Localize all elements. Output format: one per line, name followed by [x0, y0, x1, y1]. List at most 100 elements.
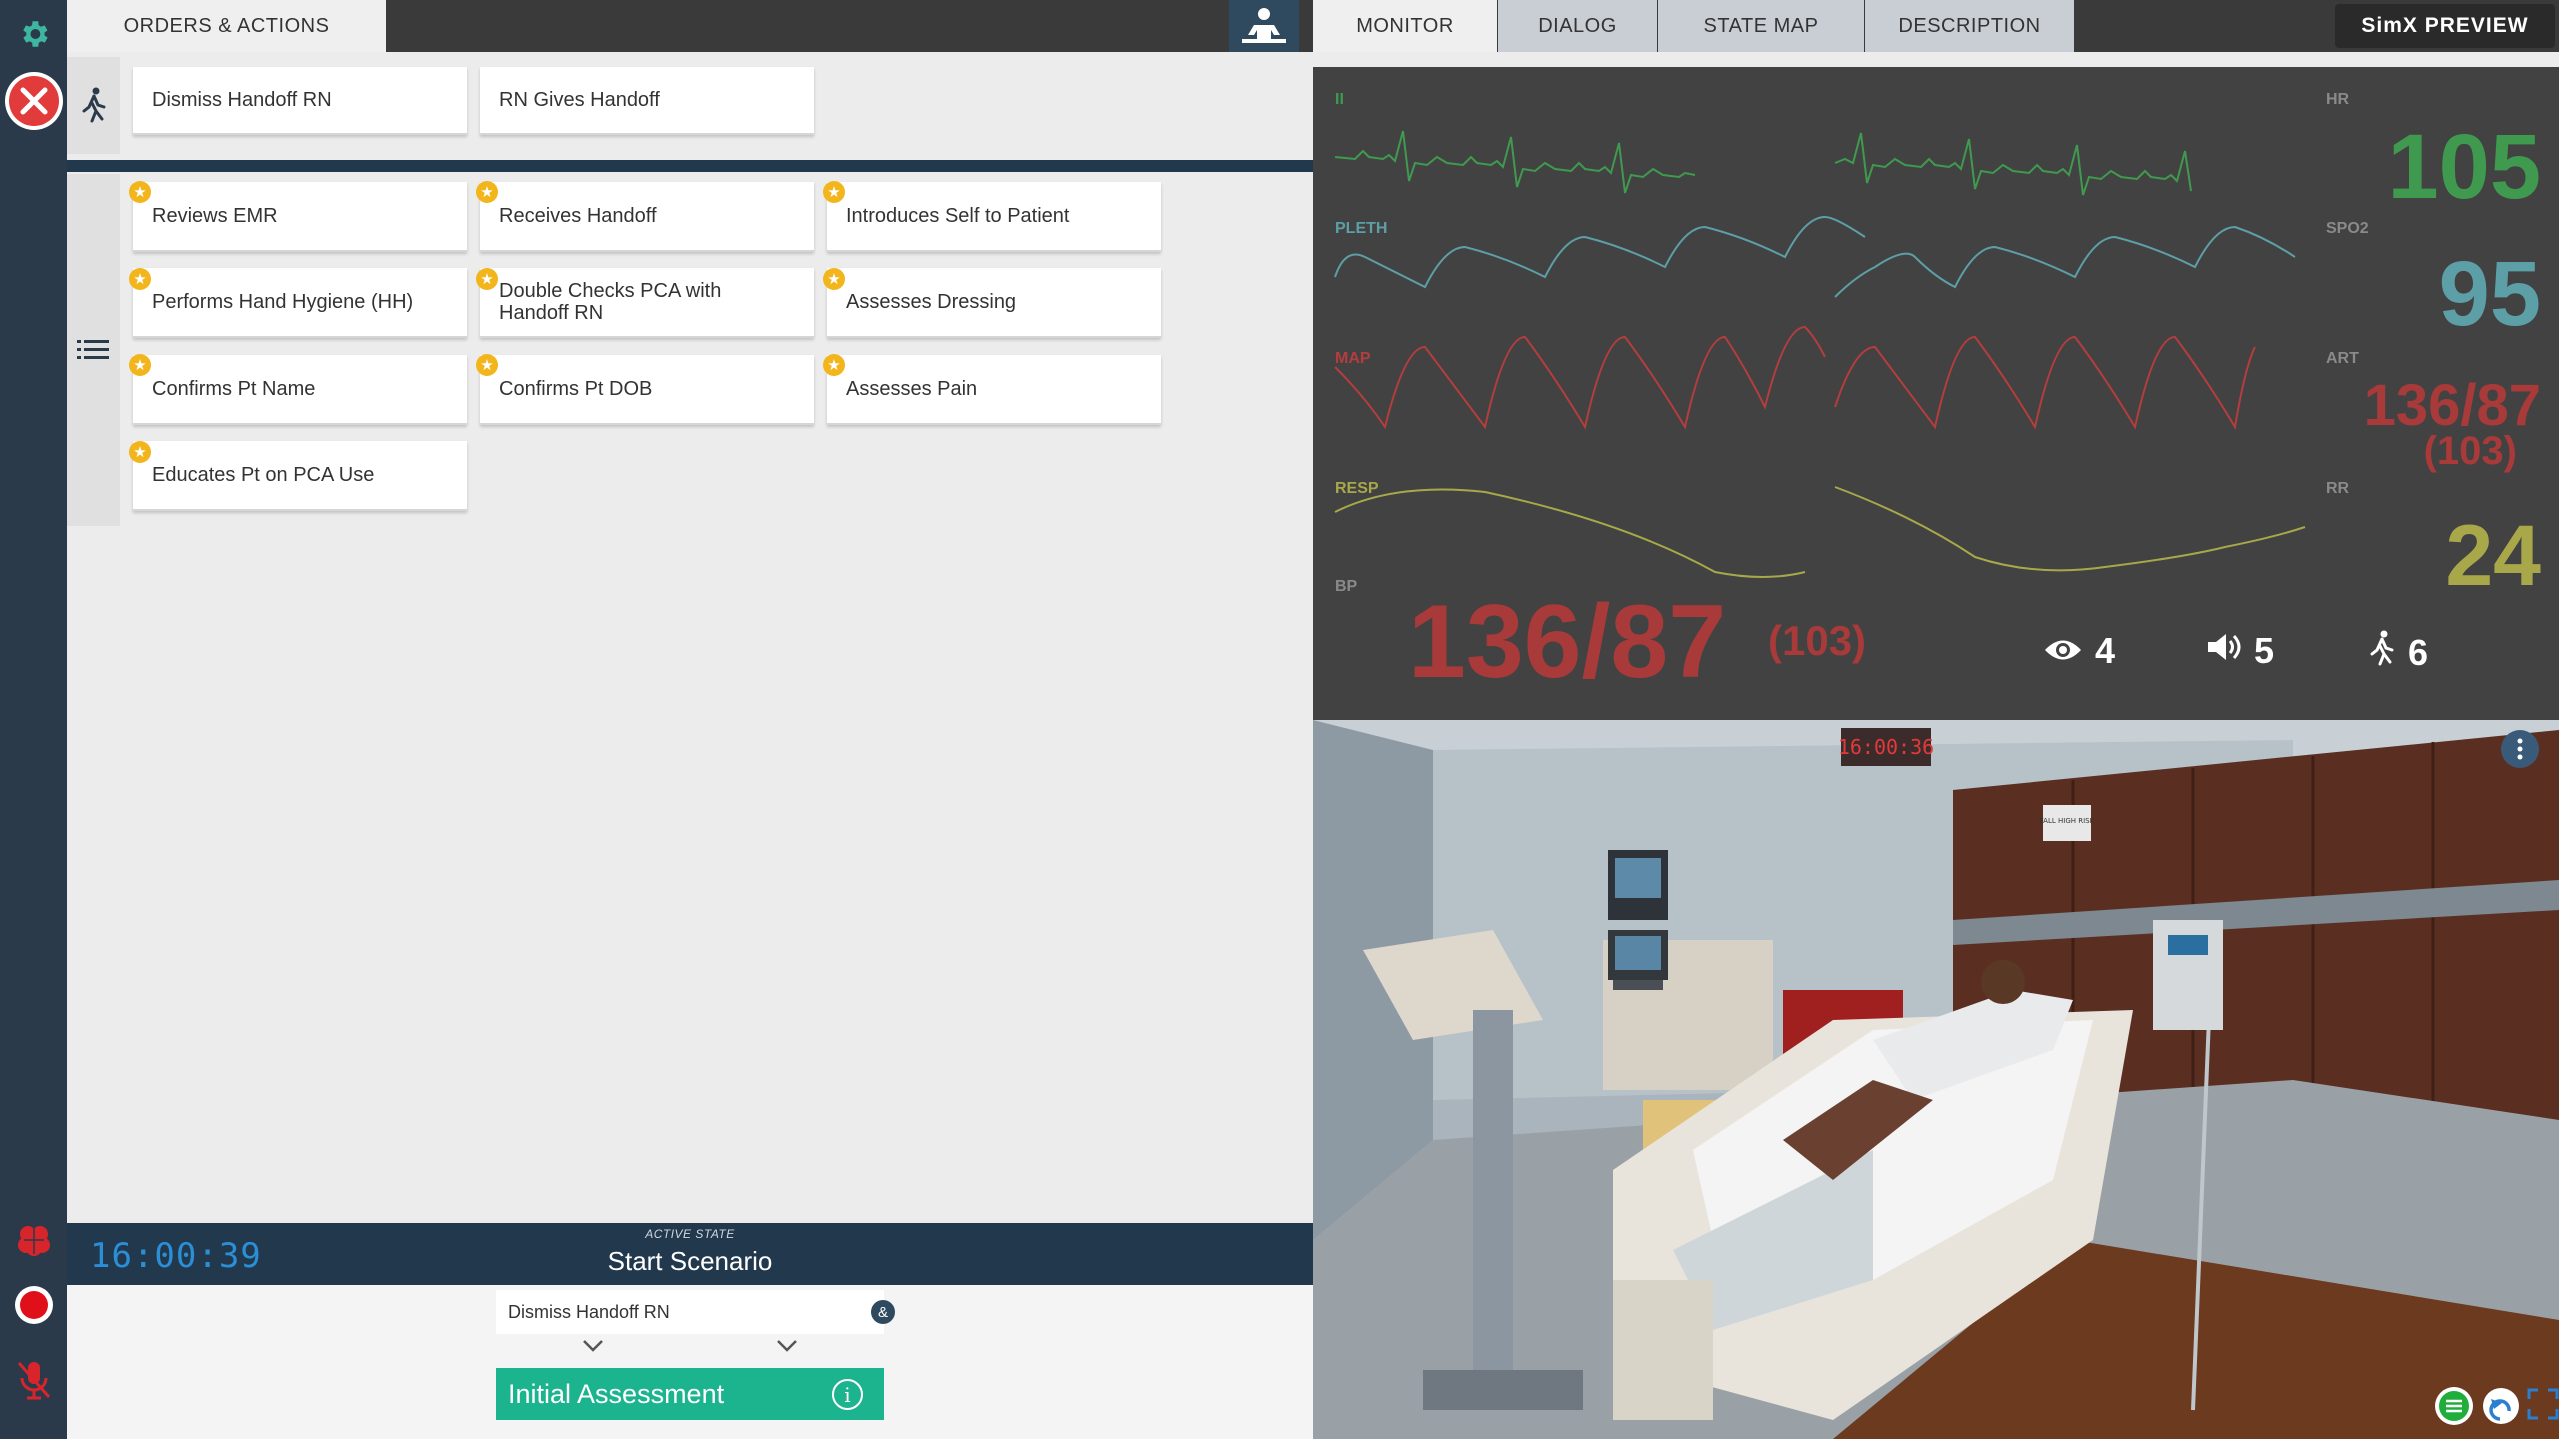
list-icon[interactable]: [77, 338, 109, 367]
tab-state-map[interactable]: STATE MAP: [1658, 0, 1864, 52]
handoff-strip: [67, 57, 120, 154]
action-card[interactable]: Double Checks PCA with Handoff RN: [480, 268, 814, 338]
action-label: Reviews EMR: [152, 204, 278, 227]
speaker-icon: [2206, 630, 2242, 672]
action-card[interactable]: Performs Hand Hygiene (HH): [133, 268, 467, 338]
action-card[interactable]: Assesses Pain: [827, 355, 1161, 425]
active-state-name: Start Scenario: [607, 1246, 773, 1276]
pleth-wave: [1334, 215, 1866, 289]
resp-wave: [1334, 488, 1806, 578]
more-icon[interactable]: [2501, 730, 2539, 768]
resp-wave-2: [1834, 486, 2306, 572]
walking-person-icon: [80, 87, 108, 128]
art-value: 136/87: [2363, 373, 2541, 438]
action-label: Assesses Dressing: [846, 290, 1017, 313]
action-card[interactable]: Assesses Dressing: [827, 268, 1161, 338]
scene-illustration: 16:00:36 FALL HIGH RISK: [1313, 720, 2559, 1439]
action-card[interactable]: Educates Pt on PCA Use: [133, 441, 467, 511]
scenario-timer: 16:00:39: [90, 1236, 262, 1276]
bp-value: 136/87: [1408, 584, 1727, 700]
star-icon: ★: [129, 441, 151, 463]
spo2-label: SPO2: [2326, 220, 2369, 237]
patient-icon[interactable]: [1229, 0, 1299, 52]
star-icon: ★: [476, 181, 498, 203]
action-label: Educates Pt on PCA Use: [152, 463, 375, 486]
gear-icon[interactable]: [0, 6, 67, 62]
star-icon: ★: [129, 268, 151, 290]
sound-counter[interactable]: 5: [2206, 630, 2274, 672]
view-count: 4: [2095, 630, 2116, 671]
handoff-action-gives[interactable]: RN Gives Handoff: [480, 67, 814, 135]
action-card[interactable]: Confirms Pt Name: [133, 355, 467, 425]
brain-icon[interactable]: [0, 1210, 67, 1270]
view-counter[interactable]: 4: [2043, 630, 2115, 672]
action-card[interactable]: Reviews EMR: [133, 182, 467, 252]
star-icon: ★: [476, 268, 498, 290]
active-state-label: ACTIVE STATE: [645, 1227, 735, 1241]
monitor-gap: [1313, 52, 2559, 67]
walking-person-icon: [2368, 630, 2396, 675]
action-label: Performs Hand Hygiene (HH): [152, 290, 414, 313]
section-divider: [67, 160, 1313, 172]
left-sidebar: [0, 0, 67, 1439]
star-icon: ★: [823, 354, 845, 376]
info-icon[interactable]: i: [832, 1379, 863, 1410]
mic-off-icon[interactable]: [0, 1350, 67, 1410]
action-counter[interactable]: 6: [2368, 630, 2428, 675]
action-label: Confirms Pt Name: [152, 377, 316, 400]
sound-count: 5: [2254, 630, 2275, 671]
action-card[interactable]: Confirms Pt DOB: [480, 355, 814, 425]
tab-orders-actions[interactable]: ORDERS & ACTIONS: [67, 0, 386, 52]
record-icon[interactable]: [0, 1280, 67, 1330]
star-icon: ★: [823, 181, 845, 203]
speech-icon[interactable]: [2433, 1385, 2475, 1432]
pleth-wave-2: [1834, 225, 2296, 298]
actions-strip: [67, 174, 120, 526]
tab-description[interactable]: DESCRIPTION: [1865, 0, 2074, 52]
simx-preview-button[interactable]: SimX PREVIEW: [2335, 4, 2555, 48]
star-icon: ★: [129, 354, 151, 376]
close-icon[interactable]: [0, 70, 67, 132]
fall-risk-sign: FALL HIGH RISK: [2040, 817, 2095, 825]
wall-clock: 16:00:36: [1838, 735, 1934, 759]
undo-icon[interactable]: [2481, 1386, 2521, 1431]
spo2-value: 95: [2438, 243, 2541, 345]
star-icon: ★: [823, 268, 845, 290]
ecg-wave-2: [1834, 132, 2192, 196]
transition-condition-field[interactable]: Dismiss Handoff RN: [496, 1290, 884, 1334]
action-label: Dismiss Handoff RN: [152, 88, 332, 111]
handoff-action-dismiss[interactable]: Dismiss Handoff RN: [133, 67, 467, 135]
tab-dialog[interactable]: DIALOG: [1498, 0, 1657, 52]
chevron-down-icon: [582, 1336, 604, 1359]
action-label: RN Gives Handoff: [499, 88, 660, 111]
next-state-button[interactable]: Initial Assessment: [496, 1368, 884, 1420]
action-label: Introduces Self to Patient: [846, 204, 1070, 227]
art-mean-value: (103): [2423, 429, 2517, 473]
and-condition-button[interactable]: &: [871, 1300, 895, 1324]
action-card[interactable]: Introduces Self to Patient: [827, 182, 1161, 252]
bp-mean-value: (103): [1768, 617, 1867, 664]
eye-icon: [2043, 630, 2083, 672]
action-label: Confirms Pt DOB: [499, 377, 653, 400]
next-state-label: Initial Assessment: [508, 1378, 725, 1409]
chevron-down-icon: [776, 1336, 798, 1359]
waveforms: [1334, 130, 2306, 578]
action-label: Assesses Pain: [846, 377, 978, 400]
art-wave: [1334, 325, 1826, 430]
action-count: 6: [2408, 631, 2429, 673]
patient-room-scene[interactable]: 16:00:36 FALL HIGH RISK: [1313, 720, 2559, 1439]
fullscreen-icon[interactable]: [2527, 1388, 2559, 1425]
star-icon: ★: [476, 354, 498, 376]
action-card[interactable]: Receives Handoff: [480, 182, 814, 252]
tab-monitor[interactable]: MONITOR: [1313, 0, 1497, 52]
hr-value: 105: [2387, 116, 2542, 218]
action-label: Double Checks PCA with Handoff RN: [499, 280, 722, 324]
rr-value: 24: [2445, 508, 2541, 604]
art-wave-2: [1834, 335, 2256, 430]
action-label: Receives Handoff: [499, 204, 657, 227]
hr-label: HR: [2326, 91, 2350, 108]
rr-label: RR: [2326, 480, 2350, 497]
ecg-wave: [1334, 130, 1696, 194]
vitals-monitor: II PLETH MAP RESP BP HR SPO2 ART RR 105 …: [1313, 67, 2559, 720]
star-icon: ★: [129, 181, 151, 203]
